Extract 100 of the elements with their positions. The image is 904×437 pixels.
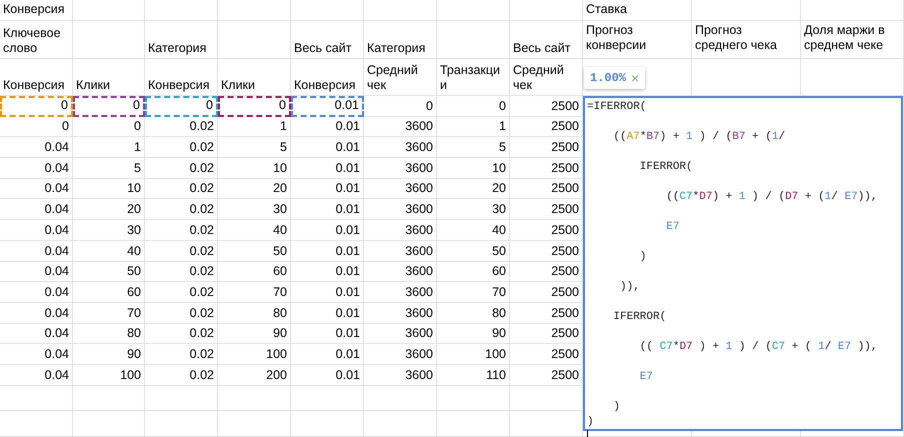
table-cell: 2500 xyxy=(551,140,579,156)
formula-line: IFERROR( xyxy=(638,161,693,173)
table-cell: 0.01 xyxy=(336,160,360,176)
formula-line: IFERROR( xyxy=(612,311,666,323)
column-header: Клики xyxy=(221,78,256,93)
table-cell: 0.01 xyxy=(336,181,360,196)
tooltip-value: 1.00% xyxy=(590,71,626,85)
table-cell: 20 xyxy=(492,181,506,196)
table-cell: 0.02 xyxy=(190,244,214,258)
table-cell: 40 xyxy=(492,222,506,238)
table-cell: 0 xyxy=(426,98,433,114)
table-cell: 0.04 xyxy=(44,222,69,238)
formula-line: ) xyxy=(612,401,620,413)
table-cell: 0.04 xyxy=(44,244,69,258)
column-header: Ставка xyxy=(586,2,627,17)
table-cell: 0.01 xyxy=(336,140,360,156)
column-header: Конверсия xyxy=(294,78,356,93)
table-cell: 0.04 xyxy=(44,326,69,342)
column-header: Прогноз конверсии xyxy=(586,23,648,53)
table-cell: 0.02 xyxy=(190,306,214,321)
table-cell: 200 xyxy=(266,368,287,383)
formula-line: (( C7*D7 ) + 1 ) / (C7 + ( 1/ E7 )), xyxy=(638,341,878,353)
table-cell: 2500 xyxy=(551,244,579,258)
table-cell: 0.01 xyxy=(336,119,360,134)
table-cell: 70 xyxy=(127,306,141,321)
formula-line: ((A7*B7) + 1 ) / (B7 + (1/ xyxy=(612,131,786,143)
table-cell: 5 xyxy=(499,140,506,156)
table-cell: 2500 xyxy=(551,202,579,218)
table-cell: 3600 xyxy=(405,244,433,258)
table-cell: 0.04 xyxy=(44,306,69,321)
table-cell: 0.04 xyxy=(44,160,69,176)
column-header: Транзакции xyxy=(440,63,502,93)
table-cell: 2500 xyxy=(551,368,579,383)
column-header: Конверсия xyxy=(3,2,65,17)
table-cell: 60 xyxy=(273,264,287,280)
formula-line: ) xyxy=(638,251,646,263)
column-header: Конверсия xyxy=(3,78,65,93)
table-cell: 20 xyxy=(127,202,141,218)
table-cell: 2500 xyxy=(551,264,579,280)
table-cell: 0.02 xyxy=(190,346,214,362)
table-cell: 0.02 xyxy=(190,140,214,156)
table-cell: 2500 xyxy=(551,222,579,238)
column-header: Средний чек xyxy=(367,63,419,93)
formula-line: ) xyxy=(587,416,594,428)
table-cell: 0.01 xyxy=(336,346,360,362)
formula-line: )), xyxy=(619,281,640,293)
table-cell: 2500 xyxy=(551,119,579,134)
formula-line: ((C7*D7) + 1 ) / (D7 + (1/ E7)), xyxy=(665,191,878,203)
column-header: Категория xyxy=(367,41,426,56)
table-cell: 0.04 xyxy=(44,181,69,196)
column-header: Клики xyxy=(76,78,110,93)
table-cell: 30 xyxy=(492,202,506,218)
table-cell: 3600 xyxy=(405,181,433,196)
table-cell: 0.04 xyxy=(44,368,69,383)
referenced-cell: 0 xyxy=(145,96,218,117)
referenced-cell: 0 xyxy=(218,96,291,117)
table-cell: 3600 xyxy=(405,306,433,321)
table-cell: 3600 xyxy=(405,160,433,176)
table-cell: 110 xyxy=(486,368,506,383)
table-cell: 0.01 xyxy=(336,306,360,321)
table-cell: 0.02 xyxy=(190,202,214,218)
table-cell: 100 xyxy=(266,346,287,362)
table-cell: 0.02 xyxy=(190,119,214,134)
table-cell: 40 xyxy=(127,244,141,258)
column-header: Конверсия xyxy=(148,78,210,93)
column-header: Весь сайт xyxy=(294,41,352,56)
column-header: Весь сайт xyxy=(513,41,570,56)
table-cell: 30 xyxy=(127,222,141,238)
table-cell: 3600 xyxy=(405,202,433,218)
table-cell: 0.02 xyxy=(190,181,214,196)
table-cell: 3600 xyxy=(405,119,433,134)
referenced-cell: 0.01 xyxy=(291,96,364,117)
table-cell: 50 xyxy=(127,264,141,280)
table-cell: 2500 xyxy=(551,160,579,176)
table-cell: 10 xyxy=(492,160,506,176)
table-cell: 0.01 xyxy=(336,264,360,280)
formula-line: =IFERROR( xyxy=(587,101,646,113)
table-cell: 0.04 xyxy=(44,284,69,300)
table-cell: 2500 xyxy=(551,306,579,321)
table-cell: 3600 xyxy=(405,368,433,383)
table-cell: 5 xyxy=(280,140,287,156)
table-cell: 30 xyxy=(273,202,287,218)
column-header: Средний чек xyxy=(513,63,565,93)
table-cell: 3600 xyxy=(405,346,433,362)
table-cell: 100 xyxy=(485,346,506,362)
table-cell: 80 xyxy=(273,306,287,321)
table-cell: 0.02 xyxy=(190,368,214,383)
empty-cell xyxy=(73,410,145,437)
table-cell: 90 xyxy=(127,346,141,362)
table-cell: 0.02 xyxy=(190,222,214,238)
column-header: Категория xyxy=(148,41,206,56)
table-cell: 50 xyxy=(273,244,287,258)
table-cell: 70 xyxy=(492,284,506,300)
table-cell: 0.02 xyxy=(190,264,214,280)
table-cell: 60 xyxy=(492,264,506,280)
table-cell: 40 xyxy=(273,222,287,238)
table-cell: 80 xyxy=(492,306,506,321)
table-cell: 70 xyxy=(273,284,287,300)
table-cell: 50 xyxy=(492,244,506,258)
table-cell: 0.01 xyxy=(336,368,360,383)
